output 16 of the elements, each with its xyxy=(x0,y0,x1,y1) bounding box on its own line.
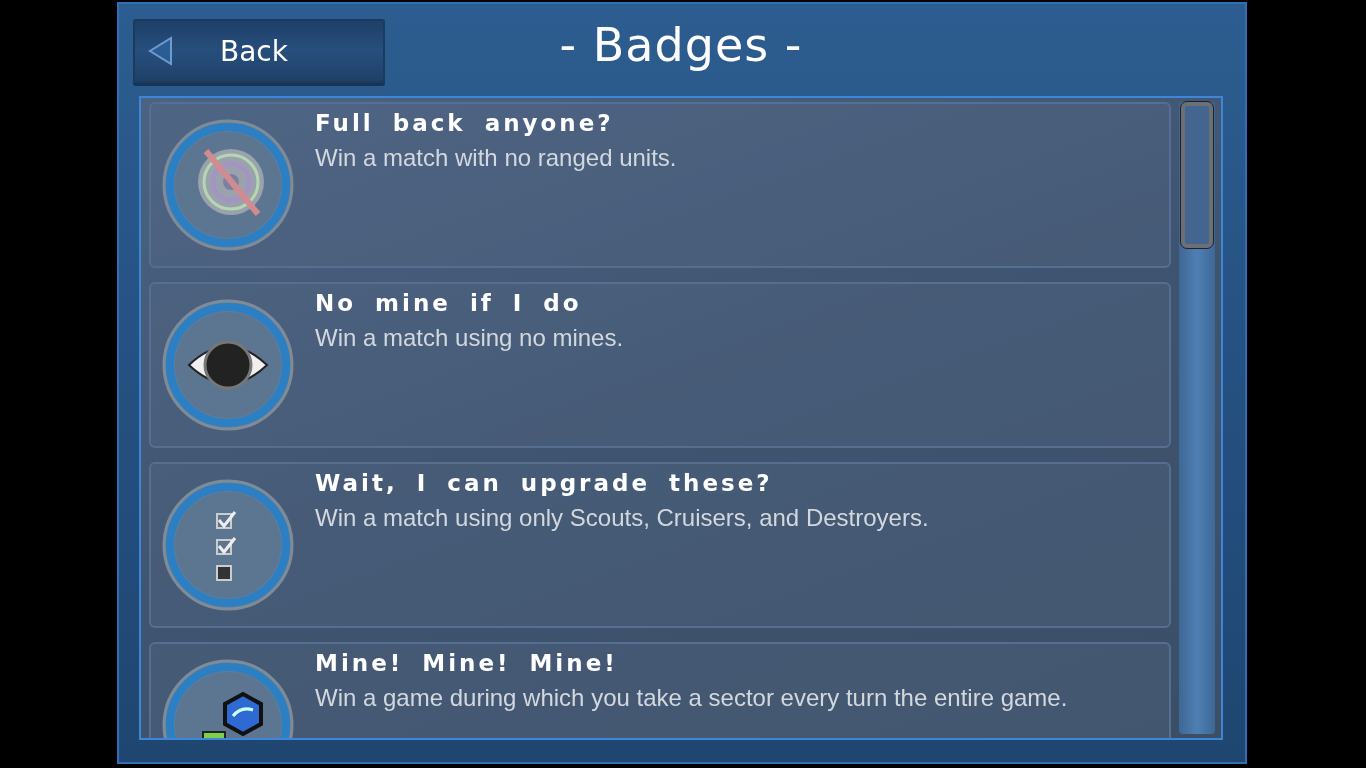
back-arrow-icon xyxy=(147,36,175,66)
badge-description: Win a game during which you take a sector every turn the entire game. xyxy=(315,683,1068,713)
checklist-icon xyxy=(161,478,295,612)
badge-title: Full back anyone? xyxy=(315,110,615,136)
no-target-icon xyxy=(161,118,295,252)
eye-icon xyxy=(161,298,295,432)
badge-description: Win a match with no ranged units. xyxy=(315,143,677,173)
badge-title: Wait, I can upgrade these? xyxy=(315,470,774,496)
page-title: - Badges - xyxy=(559,18,803,72)
back-button[interactable]: Back xyxy=(133,19,385,83)
badge-title: No mine if I do xyxy=(315,290,583,316)
badge-description: Win a match using no mines. xyxy=(315,323,624,353)
badge-title: Mine! Mine! Mine! xyxy=(315,650,619,676)
scrollbar-track[interactable] xyxy=(1179,102,1215,734)
scrollbar-thumb[interactable] xyxy=(1181,102,1213,248)
badge-description: Win a match using only Scouts, Cruisers, and Destroyers. xyxy=(315,503,929,533)
